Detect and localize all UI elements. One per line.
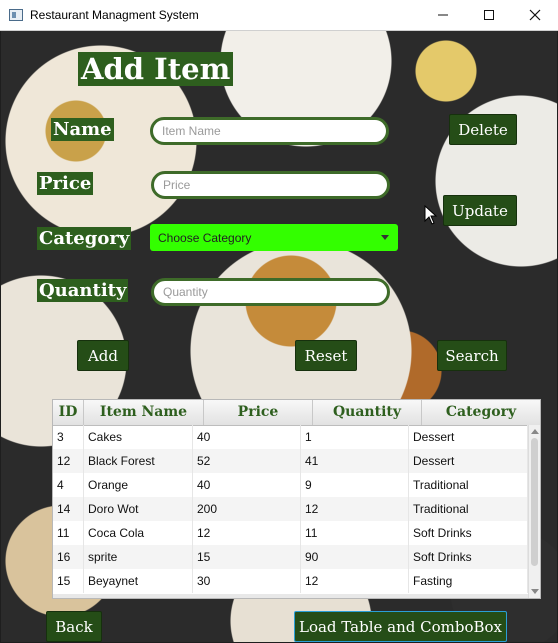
chevron-down-icon <box>381 235 389 240</box>
cell-price: 30 <box>193 569 301 593</box>
close-icon <box>529 9 541 21</box>
price-label: Price <box>37 172 94 195</box>
cell-item-name: Coca Cola <box>84 521 193 545</box>
cell-quantity: 90 <box>301 545 409 569</box>
scroll-down-icon[interactable] <box>531 589 539 594</box>
cell-price: 52 <box>193 449 301 473</box>
items-table[interactable]: ID Item Name Price Quantity Category 3 C… <box>52 399 541 599</box>
price-input[interactable] <box>151 171 390 199</box>
mouse-cursor-icon <box>424 205 438 225</box>
column-header[interactable]: ID <box>53 400 84 425</box>
minimize-icon <box>438 14 448 16</box>
title-bar: Restaurant Managment System <box>0 0 558 31</box>
cell-price: 200 <box>193 497 301 521</box>
app-icon <box>9 9 23 21</box>
cell-price: 15 <box>193 545 301 569</box>
table-row[interactable]: 3 Cakes 40 1 Dessert <box>53 425 528 449</box>
table-row[interactable]: 15 Beyaynet 30 12 Fasting <box>53 569 528 593</box>
table-row[interactable]: 12 Black Forest 52 41 Dessert <box>53 449 528 473</box>
cell-category: Fasting <box>409 569 528 593</box>
combobox-value: Choose Category <box>158 231 252 245</box>
add-button[interactable]: Add <box>77 340 129 371</box>
cell-price: 40 <box>193 473 301 497</box>
scroll-up-icon[interactable] <box>531 429 539 434</box>
cell-item-name: Doro Wot <box>84 497 193 521</box>
cell-category: Dessert <box>409 449 528 473</box>
cell-price: 12 <box>193 521 301 545</box>
column-header[interactable]: Item Name <box>84 400 204 425</box>
column-header[interactable]: Category <box>422 400 540 425</box>
cell-id: 3 <box>53 425 84 449</box>
scroll-thumb[interactable] <box>531 438 538 566</box>
quantity-label: Quantity <box>37 279 129 302</box>
back-button[interactable]: Back <box>46 611 102 642</box>
cell-category: Soft Drinks <box>409 521 528 545</box>
category-combobox[interactable]: Choose Category <box>150 224 398 251</box>
cell-quantity: 12 <box>301 497 409 521</box>
table-body: 3 Cakes 40 1 Dessert 12 Black Forest 52 … <box>53 425 528 593</box>
table-header: ID Item Name Price Quantity Category <box>53 400 540 426</box>
delete-button[interactable]: Delete <box>449 114 517 145</box>
cell-id: 12 <box>53 449 84 473</box>
cell-category: Soft Drinks <box>409 545 528 569</box>
cell-category: Traditional <box>409 497 528 521</box>
cell-category: Traditional <box>409 473 528 497</box>
item-name-input[interactable] <box>150 117 389 145</box>
cell-id: 15 <box>53 569 84 593</box>
update-button[interactable]: Update <box>443 195 517 226</box>
name-label: Name <box>51 118 114 141</box>
maximize-icon <box>484 10 494 20</box>
cell-category: Dessert <box>409 425 528 449</box>
cell-id: 4 <box>53 473 84 497</box>
cell-quantity: 11 <box>301 521 409 545</box>
vertical-scrollbar[interactable] <box>528 425 540 598</box>
cell-price: 40 <box>193 425 301 449</box>
horizontal-scrollbar[interactable] <box>53 594 528 598</box>
quantity-input[interactable] <box>151 278 390 306</box>
cell-id: 16 <box>53 545 84 569</box>
search-button[interactable]: Search <box>437 340 507 371</box>
page-title: Add Item <box>78 52 234 86</box>
cell-item-name: Cakes <box>84 425 193 449</box>
column-header[interactable]: Quantity <box>313 400 422 425</box>
cell-item-name: Black Forest <box>84 449 193 473</box>
maximize-button[interactable] <box>466 0 512 30</box>
cell-quantity: 41 <box>301 449 409 473</box>
table-row[interactable]: 14 Doro Wot 200 12 Traditional <box>53 497 528 521</box>
minimize-button[interactable] <box>420 0 466 30</box>
close-button[interactable] <box>512 0 558 30</box>
cell-item-name: Orange <box>84 473 193 497</box>
content-area: Add Item Name Price Category Choose Cate… <box>1 31 557 642</box>
column-header[interactable]: Price <box>204 400 313 425</box>
table-row[interactable]: 16 sprite 15 90 Soft Drinks <box>53 545 528 569</box>
table-row[interactable]: 4 Orange 40 9 Traditional <box>53 473 528 497</box>
window-title: Restaurant Managment System <box>30 8 199 22</box>
cell-quantity: 1 <box>301 425 409 449</box>
cell-item-name: Beyaynet <box>84 569 193 593</box>
reset-button[interactable]: Reset <box>295 340 357 371</box>
category-label: Category <box>37 227 132 250</box>
load-table-button[interactable]: Load Table and ComboBox <box>294 611 507 642</box>
table-row[interactable]: 11 Coca Cola 12 11 Soft Drinks <box>53 521 528 545</box>
cell-id: 11 <box>53 521 84 545</box>
cell-item-name: sprite <box>84 545 193 569</box>
cell-id: 14 <box>53 497 84 521</box>
cell-quantity: 9 <box>301 473 409 497</box>
cell-quantity: 12 <box>301 569 409 593</box>
